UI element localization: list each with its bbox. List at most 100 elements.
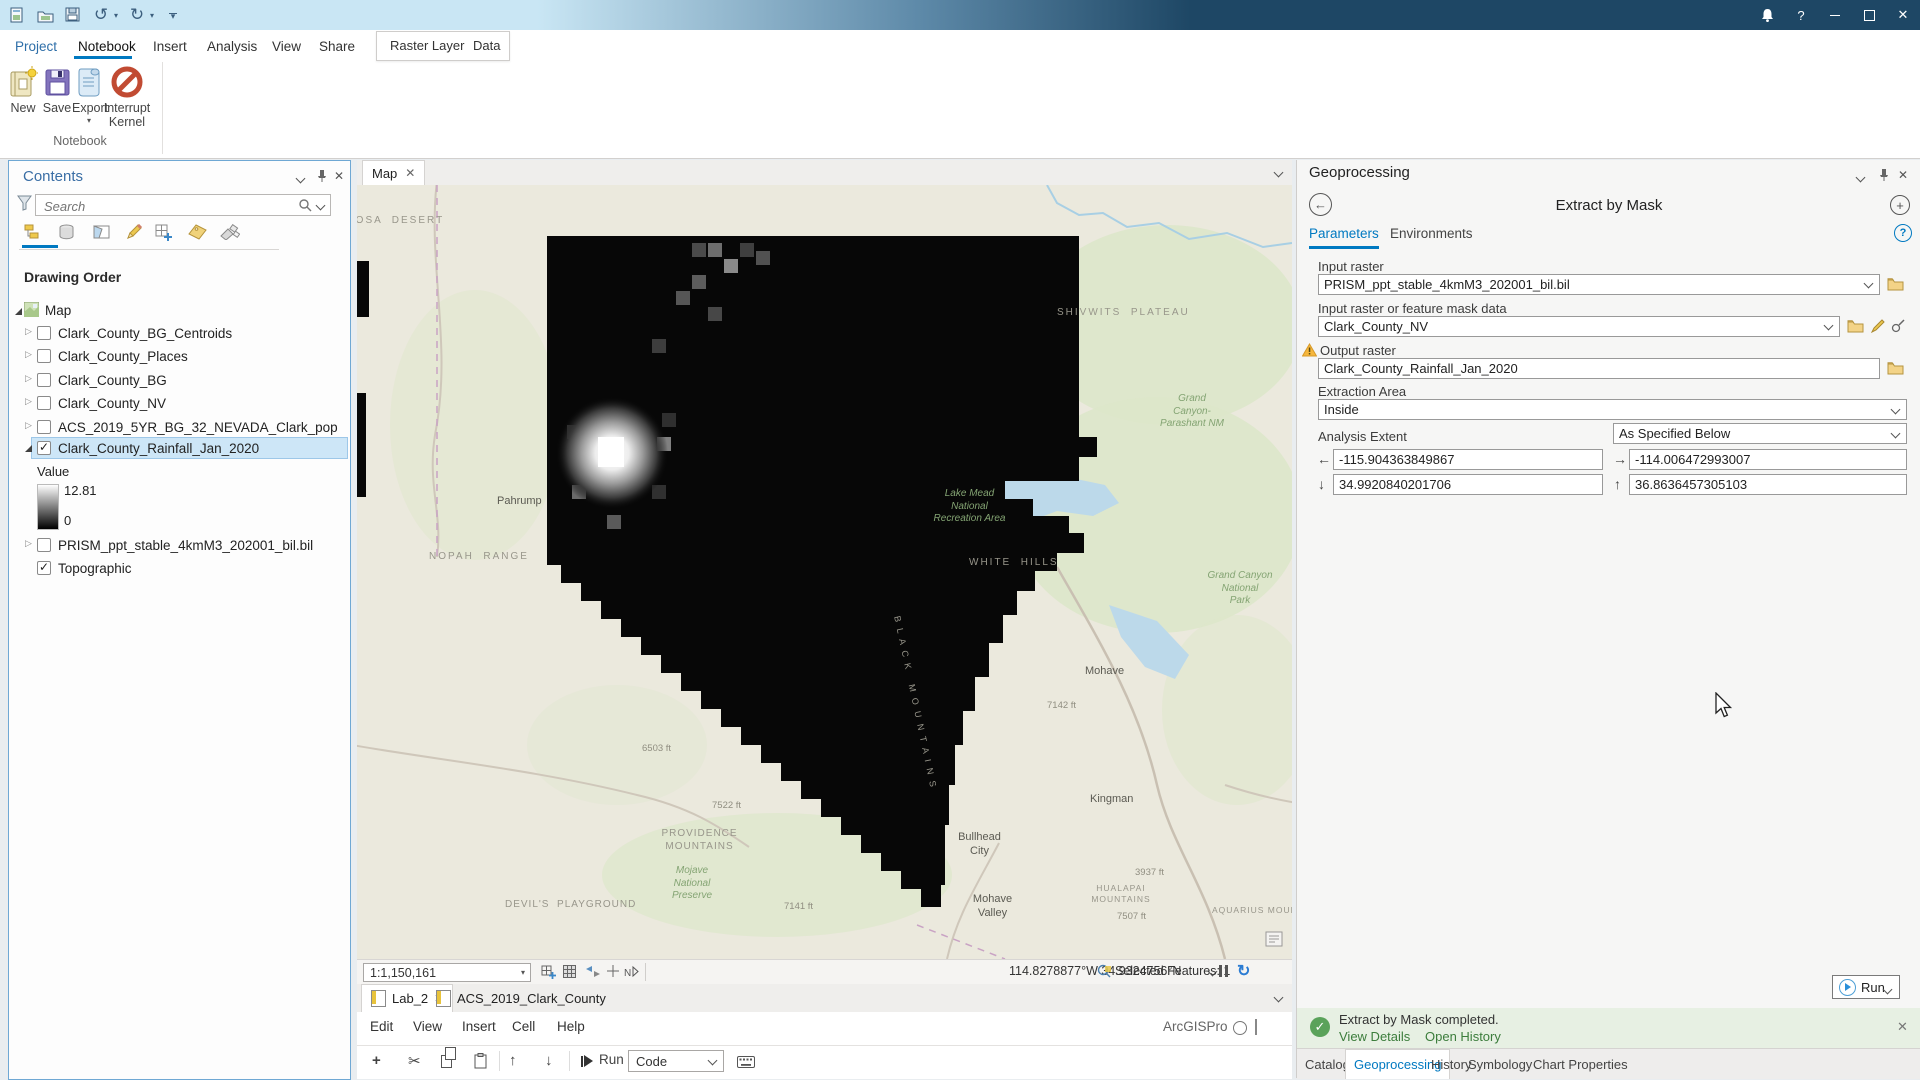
map-overflow-icon[interactable] xyxy=(1265,931,1283,952)
extent-south-field[interactable] xyxy=(1333,474,1603,495)
analysis-extent-dropdown-icon[interactable] xyxy=(1890,428,1901,439)
redo-dropdown-icon[interactable]: ▾ xyxy=(150,11,154,20)
tab-notebook[interactable]: Notebook xyxy=(78,34,136,58)
menu-insert[interactable]: Insert xyxy=(462,1019,496,1034)
collapsed-icon[interactable]: ▷ xyxy=(25,373,32,384)
selected-features-count[interactable]: Selected Features: 1 xyxy=(1115,964,1230,978)
notifications-bell-icon[interactable] xyxy=(1750,0,1784,30)
tab-view[interactable]: View xyxy=(272,34,301,58)
minimize-button[interactable] xyxy=(1818,0,1852,30)
layer-checkbox[interactable] xyxy=(37,373,51,387)
menu-edit[interactable]: Edit xyxy=(370,1019,393,1034)
tab-analysis[interactable]: Analysis xyxy=(207,34,257,58)
draw-pencil-icon[interactable] xyxy=(1870,318,1888,334)
new-project-icon[interactable] xyxy=(8,6,26,24)
add-bookmark-icon[interactable] xyxy=(541,965,556,982)
tab-raster-layer[interactable]: Raster Layer xyxy=(390,38,464,53)
undo-dropdown-icon[interactable]: ▾ xyxy=(114,11,118,20)
cell-type-dropdown-icon[interactable] xyxy=(707,1055,718,1066)
save-notebook-button[interactable]: Save xyxy=(40,62,74,116)
extraction-area-dropdown-icon[interactable] xyxy=(1890,404,1901,415)
map-canvas[interactable]: Pahrump OSA DESERT SHIVWITS PLATEAU Gran… xyxy=(357,185,1292,959)
tab-share[interactable]: Share xyxy=(319,34,355,58)
input-raster-field[interactable] xyxy=(1318,274,1880,295)
refresh-icon[interactable]: ↻ xyxy=(1237,961,1250,981)
run-cell-icon[interactable] xyxy=(581,1055,593,1067)
close-map-tab-icon[interactable]: ✕ xyxy=(405,166,415,180)
extent-north-field[interactable] xyxy=(1629,474,1907,495)
layer-row[interactable]: Topographic xyxy=(9,558,350,580)
selected-features-icon[interactable] xyxy=(1097,964,1112,982)
browse-folder-icon[interactable] xyxy=(1887,361,1904,375)
new-notebook-button[interactable]: New xyxy=(6,62,40,116)
analysis-extent-combo[interactable]: As Specified Below xyxy=(1613,423,1907,444)
menu-view[interactable]: View xyxy=(413,1019,442,1034)
list-by-data-source-icon[interactable] xyxy=(55,222,77,242)
list-by-labeling-icon[interactable] xyxy=(186,222,208,242)
mask-field[interactable] xyxy=(1318,316,1840,337)
layer-checkbox[interactable] xyxy=(37,560,51,575)
layer-row[interactable]: ▷ PRISM_ppt_stable_4kmM3_202001_bil.bil xyxy=(9,535,350,557)
open-history-link[interactable]: Open History xyxy=(1425,1029,1501,1044)
interactive-input-icon[interactable] xyxy=(1891,318,1908,333)
close-pane-icon[interactable]: ✕ xyxy=(334,169,344,183)
tab-chart-properties[interactable]: Chart Properties xyxy=(1525,1049,1636,1079)
copy-cell-icon[interactable] xyxy=(441,1047,456,1068)
pane-menu-chevron-icon[interactable] xyxy=(295,171,306,185)
pin-icon[interactable] xyxy=(1879,168,1889,185)
layer-checkbox[interactable] xyxy=(37,396,51,410)
keyboard-icon[interactable] xyxy=(737,1055,755,1072)
north-arrow-icon[interactable]: N xyxy=(623,965,639,981)
paste-cell-icon[interactable] xyxy=(474,1053,487,1073)
run-button[interactable]: Run xyxy=(1832,975,1900,999)
pane-menu-chevron-icon[interactable] xyxy=(1855,170,1866,184)
tab-map-view[interactable]: Map ✕ xyxy=(362,160,426,185)
tab-insert[interactable]: Insert xyxy=(153,34,187,58)
scale-dropdown-icon[interactable]: ▾ xyxy=(521,968,525,977)
layer-row[interactable]: ▷ Clark_County_BG_Centroids xyxy=(9,323,350,345)
map-node-row[interactable]: Map xyxy=(9,300,350,322)
extent-east-field[interactable] xyxy=(1629,449,1907,470)
maximize-button[interactable] xyxy=(1852,0,1886,30)
extent-west-field[interactable] xyxy=(1333,449,1603,470)
selection-arrows-icon[interactable] xyxy=(585,965,601,981)
view-details-link[interactable]: View Details xyxy=(1339,1029,1410,1044)
list-by-selection-icon[interactable] xyxy=(90,222,112,242)
add-cell-icon[interactable]: + xyxy=(372,1052,381,1069)
layer-row-selected[interactable]: Clark_County_Rainfall_Jan_2020 xyxy=(9,438,350,460)
tab-strip-chevron-icon[interactable] xyxy=(1273,992,1284,1003)
layer-row[interactable]: ▷ Clark_County_Places xyxy=(9,346,350,368)
crosshair-icon[interactable] xyxy=(607,965,619,980)
cut-cell-icon[interactable]: ✂ xyxy=(408,1052,421,1070)
cell-type-combo[interactable]: Code xyxy=(628,1050,724,1072)
close-pane-icon[interactable]: ✕ xyxy=(1898,168,1908,182)
search-input[interactable] xyxy=(42,196,286,216)
browse-folder-icon[interactable] xyxy=(1847,319,1864,333)
tab-data[interactable]: Data xyxy=(473,38,500,53)
scale-combo[interactable]: 1:1,150,161 ▾ xyxy=(363,963,531,982)
filter-icon[interactable] xyxy=(17,195,32,216)
tab-notebook-acs[interactable]: ACS_2019_Clark_County xyxy=(427,984,615,1012)
save-project-icon[interactable] xyxy=(64,6,82,24)
close-button[interactable]: ✕ xyxy=(1886,0,1920,30)
list-by-editing-icon[interactable] xyxy=(123,222,145,242)
collapsed-icon[interactable]: ▷ xyxy=(25,326,32,337)
menu-help[interactable]: Help xyxy=(557,1019,585,1034)
search-dropdown-icon[interactable] xyxy=(315,200,326,211)
collapsed-icon[interactable]: ▷ xyxy=(25,349,32,360)
collapsed-icon[interactable]: ▷ xyxy=(25,396,32,407)
layer-row[interactable]: ▷ Clark_County_BG xyxy=(9,370,350,392)
export-notebook-button[interactable]: Export ▾ xyxy=(72,62,108,125)
collapsed-icon[interactable]: ▷ xyxy=(25,538,32,549)
layer-checkbox[interactable] xyxy=(37,326,51,340)
layer-checkbox[interactable] xyxy=(37,349,51,363)
run-cell-label[interactable]: Run xyxy=(599,1052,624,1067)
add-to-project-icon[interactable]: + xyxy=(1890,195,1910,215)
expanded-icon[interactable] xyxy=(25,445,32,452)
interrupt-kernel-button[interactable]: Interrupt Kernel xyxy=(102,62,152,130)
layer-checkbox[interactable] xyxy=(37,420,51,434)
collapsed-icon[interactable]: ▷ xyxy=(25,420,32,431)
export-dropdown-icon[interactable]: ▾ xyxy=(72,116,106,125)
tab-environments[interactable]: Environments xyxy=(1390,226,1473,241)
tab-strip-chevron-icon[interactable] xyxy=(1273,167,1284,178)
